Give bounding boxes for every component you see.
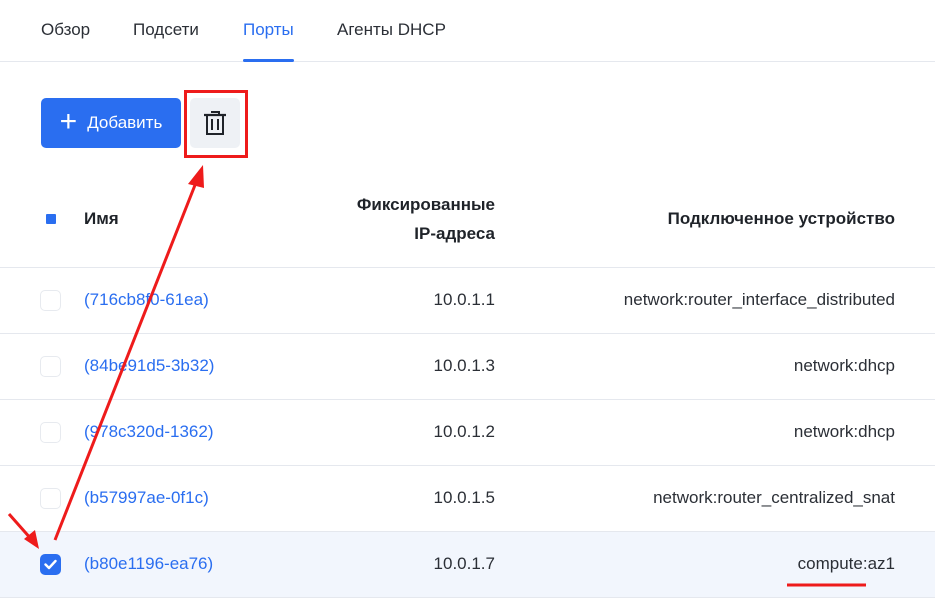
row-checkbox[interactable] — [40, 422, 61, 443]
port-name-link[interactable]: (b57997ae-0f1c) — [84, 488, 209, 508]
table-row: (b57997ae-0f1c) 10.0.1.5 network:router_… — [0, 466, 935, 532]
attached-device: network:router_interface_distributed — [623, 290, 895, 309]
column-header-name[interactable]: Имя — [84, 204, 119, 233]
port-name-link[interactable]: (84be91d5-3b32) — [84, 356, 214, 376]
trash-icon — [204, 111, 226, 135]
port-name-link[interactable]: (716cb8f0-61ea) — [84, 290, 209, 310]
plus-icon: + — [59, 104, 78, 138]
tab-ports[interactable]: Порты — [243, 20, 294, 62]
table-row: (978c320d-1362) 10.0.1.2 network:dhcp — [0, 400, 935, 466]
attached-device: network:router_centralized_snat — [653, 488, 895, 507]
fixed-ip: 10.0.1.7 — [433, 554, 495, 573]
tab-bar: Обзор Подсети Порты Агенты DHCP — [0, 0, 935, 62]
row-checkbox[interactable] — [40, 290, 61, 311]
column-header-fixed-ip-line1: Фиксированные — [356, 195, 495, 214]
column-header-device[interactable]: Подключенное устройство — [668, 204, 895, 233]
add-button-label: Добавить — [87, 113, 163, 132]
fixed-ip: 10.0.1.1 — [433, 290, 495, 309]
tab-overview[interactable]: Обзор — [41, 20, 90, 62]
column-header-fixed-ip-line2: IP-адреса — [414, 224, 495, 243]
attached-device: network:dhcp — [793, 356, 895, 375]
tab-subnets[interactable]: Подсети — [133, 20, 199, 62]
select-all-checkbox[interactable] — [46, 214, 56, 224]
table-row: (716cb8f0-61ea) 10.0.1.1 network:router_… — [0, 268, 935, 334]
port-name-link[interactable]: (b80e1196-ea76) — [84, 554, 213, 574]
table-row: (84be91d5-3b32) 10.0.1.3 network:dhcp — [0, 334, 935, 400]
row-checkbox-checked[interactable] — [40, 554, 61, 575]
add-button[interactable]: + Добавить — [41, 98, 181, 148]
fixed-ip: 10.0.1.2 — [433, 422, 495, 441]
row-checkbox[interactable] — [40, 356, 61, 377]
tab-dhcp-agents[interactable]: Агенты DHCP — [337, 20, 446, 62]
fixed-ip: 10.0.1.5 — [433, 488, 495, 507]
attached-device: compute:az1 — [797, 554, 895, 573]
delete-button[interactable] — [190, 98, 240, 148]
attached-device: network:dhcp — [793, 422, 895, 441]
table-row-selected: (b80e1196-ea76) 10.0.1.7 compute:az1 — [0, 532, 935, 598]
row-checkbox[interactable] — [40, 488, 61, 509]
column-header-fixed-ip[interactable]: Фиксированные IP-адреса — [357, 190, 495, 248]
checkmark-icon — [44, 559, 57, 570]
fixed-ip: 10.0.1.3 — [433, 356, 495, 375]
port-name-link[interactable]: (978c320d-1362) — [84, 422, 213, 442]
